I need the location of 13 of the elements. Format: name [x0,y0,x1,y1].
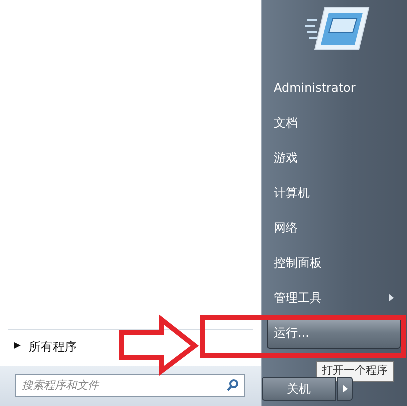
search-icon [227,379,239,392]
shutdown-button[interactable]: 关机 [262,377,336,401]
menu-item[interactable]: 管理工具 [267,280,401,315]
menu-item[interactable]: 计算机 [267,175,401,210]
caret-icon [342,385,348,393]
search-field[interactable]: 搜索程序和文件 [15,374,245,397]
menu-item[interactable]: 文档 [267,105,401,140]
menu-item[interactable]: 游戏 [267,140,401,175]
shutdown-options-button[interactable] [337,377,353,401]
menu-item[interactable]: 网络 [267,210,401,245]
menu-item[interactable]: Administrator [267,70,401,105]
menu-item[interactable]: 控制面板 [267,245,401,280]
user-picture-icon [305,6,371,52]
